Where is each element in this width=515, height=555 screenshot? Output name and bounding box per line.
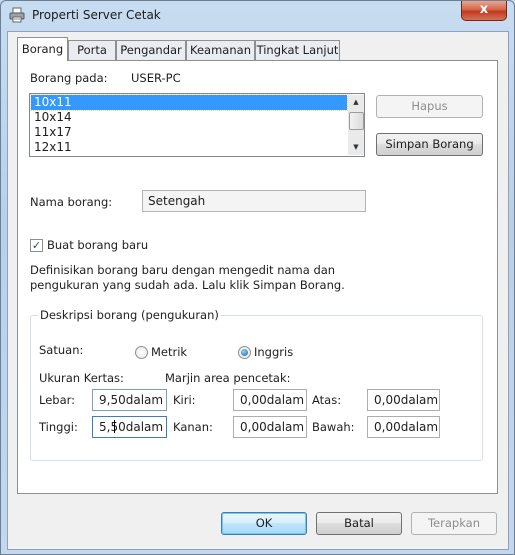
- width-label: Lebar:: [39, 393, 76, 407]
- tab-tingkat-lanjut[interactable]: Tingkat Lanjut: [255, 40, 340, 60]
- tab-label: Keamanan: [190, 43, 251, 57]
- tab-label: Pengandar: [120, 43, 182, 57]
- height-field[interactable]: 5,50dalam: [92, 416, 167, 438]
- unit-english-label: Inggris: [254, 345, 294, 359]
- list-item[interactable]: 12x11: [31, 140, 347, 155]
- radio-selected-dot: [241, 349, 248, 356]
- bottom-margin-field[interactable]: 0,00dalam: [367, 416, 440, 438]
- text-cursor: [114, 420, 115, 433]
- measurements-group-title: Deskripsi borang (pengukuran): [38, 308, 221, 322]
- unit-metric-radio[interactable]: [135, 346, 148, 359]
- scroll-down-icon[interactable]: ▼: [348, 140, 364, 155]
- cancel-button[interactable]: Batal: [316, 512, 402, 535]
- list-scrollbar[interactable]: ▲ ▼: [348, 95, 364, 155]
- units-label: Satuan:: [39, 343, 84, 357]
- measurements-group: [30, 315, 483, 461]
- right-margin-label: Kanan:: [173, 420, 213, 434]
- tab-pengandar[interactable]: Pengandar: [116, 40, 186, 60]
- left-margin-field[interactable]: 0,00dalam: [233, 389, 307, 411]
- ok-button[interactable]: OK: [221, 512, 307, 535]
- bottom-margin-label: Bawah:: [312, 420, 355, 434]
- create-new-form-label: Buat borang baru: [47, 238, 149, 252]
- tab-porta[interactable]: Porta: [68, 40, 116, 60]
- printer-icon: [9, 7, 25, 23]
- form-name-field[interactable]: Setengah: [142, 190, 366, 212]
- save-form-button[interactable]: Simpan Borang: [376, 133, 483, 156]
- window-title: Properti Server Cetak: [32, 8, 161, 22]
- scroll-up-icon[interactable]: ▲: [348, 95, 364, 110]
- checkmark-icon: ✓: [31, 239, 42, 252]
- paper-size-label: Ukuran Kertas:: [39, 371, 124, 385]
- top-margin-field[interactable]: 0,00dalam: [367, 389, 440, 411]
- list-item[interactable]: 10x14: [31, 110, 347, 125]
- apply-button[interactable]: Terapkan: [411, 512, 497, 535]
- forms-on-label: Borang pada:: [30, 71, 108, 85]
- forms-listbox[interactable]: 10x11 10x14 11x17 12x11 ▲ ▼: [29, 93, 365, 157]
- list-item[interactable]: 11x17: [31, 125, 347, 140]
- tab-label: Tingkat Lanjut: [256, 43, 339, 57]
- description-line-1: Definisikan borang baru dengan mengedit …: [30, 263, 336, 277]
- list-item[interactable]: 10x11: [30, 94, 348, 111]
- tab-label: Porta: [77, 43, 107, 57]
- left-margin-label: Kiri:: [173, 393, 196, 407]
- form-name-label: Nama borang:: [30, 195, 113, 209]
- dialog-window: Properti Server Cetak x Borang Porta Pen…: [0, 0, 515, 555]
- unit-english-radio[interactable]: [238, 346, 251, 359]
- top-margin-label: Atas:: [312, 393, 342, 407]
- scroll-thumb[interactable]: [349, 112, 364, 130]
- server-name: USER-PC: [131, 71, 181, 85]
- tab-label: Borang: [21, 42, 64, 56]
- close-icon: x: [479, 2, 489, 17]
- height-label: Tinggi:: [39, 420, 78, 434]
- tab-keamanan[interactable]: Keamanan: [186, 40, 255, 60]
- width-field[interactable]: 9,50dalam: [92, 389, 167, 411]
- create-new-form-checkbox[interactable]: ✓: [30, 239, 43, 252]
- printer-margins-label: Marjin area pencetak:: [165, 371, 291, 385]
- delete-form-button[interactable]: Hapus: [376, 95, 483, 118]
- unit-metric-label: Metrik: [151, 345, 188, 359]
- close-button[interactable]: x: [461, 1, 507, 21]
- title-bar[interactable]: Properti Server Cetak x: [1, 1, 514, 31]
- tab-borang[interactable]: Borang: [17, 37, 68, 61]
- right-margin-field[interactable]: 0,00dalam: [233, 416, 307, 438]
- description-line-2: pengukuran yang sudah ada. Lalu klik Sim…: [30, 278, 345, 292]
